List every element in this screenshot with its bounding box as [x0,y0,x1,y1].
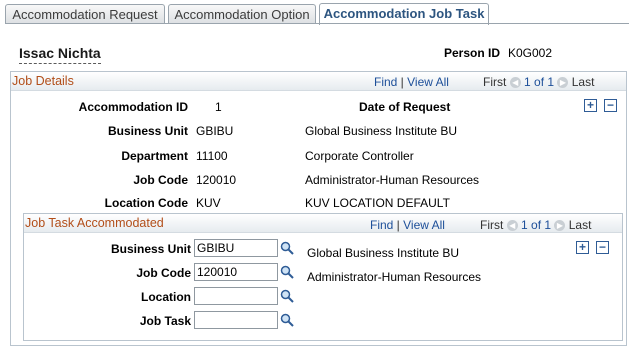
accommodation-id-value: 1 [215,100,222,114]
search-icon[interactable] [280,265,294,279]
task-job-code-label: Job Code [136,266,191,280]
location-code-label: Location Code [104,196,188,210]
job-details-header: Job Details Find | View All First ◀ 1 of… [11,72,626,91]
task-location-label: Location [141,290,191,304]
job-task-title: Job Task Accommodated [25,216,164,230]
department-label: Department [121,149,188,163]
tab-accommodation-option[interactable]: Accommodation Option [168,4,316,24]
job-details-nav: Find | View All [374,75,449,89]
business-unit-value: GBIBU [196,124,234,138]
job-task-header: Job Task Accommodated Find | View All Fi… [24,214,622,233]
date-of-request-label: Date of Request [359,100,451,114]
add-task-button[interactable]: + [576,241,589,254]
person-id-value: K0G002 [508,46,553,60]
job-code-label: Job Code [133,173,188,187]
business-unit-desc: Global Business Institute BU [305,124,458,138]
last-label: Last [568,218,592,232]
last-label: Last [571,75,595,89]
search-icon[interactable] [280,289,294,303]
person-id-label: Person ID [444,46,501,60]
department-desc: Corporate Controller [305,149,414,163]
next-icon[interactable]: ▶ [554,220,566,231]
task-location-input[interactable] [194,287,278,305]
range-text: 1 of 1 [521,218,552,232]
first-label: First [480,218,504,232]
job-details-title: Job Details [12,74,74,88]
job-task-pager: First ◀ 1 of 1 ▶ Last [480,218,591,232]
task-job-task-input[interactable] [194,311,278,329]
tab-label: Accommodation Request [12,7,158,22]
tab-accommodation-request[interactable]: Accommodation Request [5,4,165,24]
tab-label: Accommodation Job Task [323,6,485,21]
range-text: 1 of 1 [524,75,555,89]
task-job-code-desc: Administrator-Human Resources [307,270,482,284]
task-job-code-input[interactable] [194,263,278,281]
search-icon[interactable] [280,313,294,327]
tab-divider [5,23,629,24]
job-task-nav: Find | View All [370,218,445,232]
delete-row-button[interactable]: − [604,99,617,112]
location-code-value: KUV [196,196,221,210]
view-all-link[interactable]: View All [403,218,445,232]
prev-icon[interactable]: ◀ [506,220,518,231]
find-link[interactable]: Find [370,218,393,232]
first-label: First [483,75,507,89]
next-icon[interactable]: ▶ [557,77,569,88]
job-code-desc: Administrator-Human Resources [305,173,480,187]
task-job-task-label: Job Task [139,314,191,328]
person-name: Issac Nichta [19,44,101,64]
location-code-desc: KUV LOCATION DEFAULT [305,196,450,210]
task-business-unit-input[interactable] [194,239,278,257]
accommodation-id-label: Accommodation ID [78,100,188,114]
add-row-button[interactable]: + [584,99,597,112]
job-details-pager: First ◀ 1 of 1 ▶ Last [483,75,594,89]
task-business-unit-desc: Global Business Institute BU [307,246,460,260]
task-business-unit-label: Business Unit [110,242,191,256]
view-all-link[interactable]: View All [407,75,449,89]
tab-accommodation-job-task[interactable]: Accommodation Job Task [319,3,489,25]
prev-icon[interactable]: ◀ [509,77,521,88]
department-value: 11100 [196,149,228,163]
job-code-value: 120010 [196,173,237,187]
find-link[interactable]: Find [374,75,397,89]
search-icon[interactable] [280,241,294,255]
tab-label: Accommodation Option [174,7,310,22]
business-unit-label: Business Unit [107,124,188,138]
delete-task-button[interactable]: − [596,241,609,254]
